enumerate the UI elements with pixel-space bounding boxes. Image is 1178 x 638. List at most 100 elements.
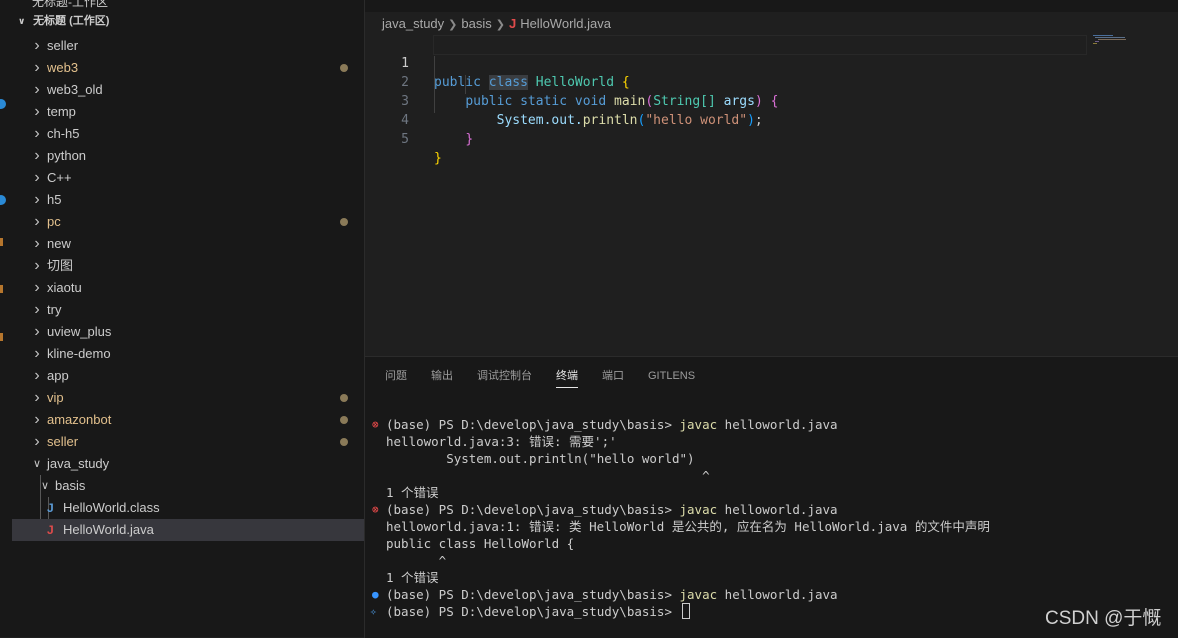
tree-item-label: temp: [47, 104, 76, 119]
breadcrumb: java_study ❯ basis ❯ J HelloWorld.java: [382, 14, 611, 34]
code-line[interactable]: 5 }: [365, 111, 442, 166]
terminal-command: javac: [679, 587, 718, 602]
minimap-line: [1093, 35, 1113, 36]
tree-item-label: amazonbot: [47, 412, 112, 427]
code-line[interactable]: 4 }: [365, 92, 473, 147]
command-success-icon[interactable]: ●: [372, 586, 379, 603]
tree-file-helloworld-java[interactable]: J HelloWorld.java: [12, 519, 364, 541]
terminal-text: (base) PS D:\develop\java_study\basis> j…: [386, 416, 838, 433]
tree-item-label: basis: [55, 478, 86, 493]
tree-folder[interactable]: › ch-h5: [12, 123, 364, 145]
chevron-right-icon: ›: [34, 213, 40, 230]
terminal-text: (base) PS D:\develop\java_study\basis> j…: [386, 501, 838, 518]
tree-item-label: 切图: [47, 258, 74, 273]
terminal-text: (base) PS D:\develop\java_study\basis> j…: [386, 586, 838, 603]
terminal-text: 1 个错误: [386, 485, 439, 500]
tree-item-label: java_study: [47, 456, 110, 471]
modified-dot-icon: [340, 438, 348, 446]
minimap[interactable]: [1091, 34, 1139, 46]
terminal-text: 1 个错误: [386, 570, 439, 585]
code-text: public static void main(String[] args) {: [465, 94, 779, 109]
tree-item-label: h5: [47, 192, 62, 207]
tree-folder[interactable]: › uview_plus: [12, 321, 364, 343]
tree-folder[interactable]: › web3_old: [12, 79, 364, 101]
tree-folder[interactable]: › seller: [12, 431, 364, 453]
breadcrumb-item[interactable]: basis: [461, 16, 491, 31]
tree-folder[interactable]: › pc: [12, 211, 364, 233]
minimap-line: [1093, 43, 1097, 44]
tab-terminal[interactable]: 终端: [556, 365, 578, 388]
breadcrumb-item[interactable]: HelloWorld.java: [520, 16, 611, 31]
code-line[interactable]: 1 public class HelloWorld {: [365, 35, 630, 90]
sparkle-icon[interactable]: ✧: [370, 603, 377, 620]
explorer-sidebar: 无标题-工作区 ∨ 无标题 (工作区) › seller › web3 › web3_ol…: [12, 0, 364, 637]
terminal-prompt: (base) PS D:\develop\java_study\basis>: [386, 604, 680, 619]
tree-item-label: pc: [47, 214, 61, 229]
tree-folder[interactable]: › seller: [12, 35, 364, 57]
tree-item-label: try: [47, 302, 62, 317]
chevron-right-icon: ›: [34, 345, 40, 362]
tree-folder[interactable]: › vip: [12, 387, 364, 409]
code-line[interactable]: 2 public static void main(String[] args)…: [365, 54, 778, 109]
tree-folder-java-study[interactable]: ∨ java_study: [12, 453, 364, 475]
terminal-text: ^: [386, 468, 710, 483]
tree-item-label: web3: [47, 60, 79, 75]
terminal-prompt: (base) PS D:\develop\java_study\basis>: [386, 417, 680, 432]
tab-ports[interactable]: 端口: [602, 365, 624, 387]
error-circle-icon[interactable]: ⊗: [372, 501, 379, 518]
workspace-header[interactable]: ∨ 无标题 (工作区): [18, 10, 109, 32]
terminal-text: System.out.println("hello world"): [386, 451, 695, 466]
code-text: System.out.println("hello world");: [496, 113, 763, 128]
chevron-right-icon: ›: [34, 103, 40, 120]
minimap-line: [1098, 39, 1126, 40]
modified-dot-icon: [340, 416, 348, 424]
terminal-text: ^: [386, 553, 447, 568]
tree-folder[interactable]: › h5: [12, 189, 364, 211]
code-line[interactable]: 3 System.out.println("hello world");: [365, 73, 763, 128]
tree-folder[interactable]: › temp: [12, 101, 364, 123]
tree-item-label: HelloWorld.java: [63, 522, 154, 537]
workspace-title: 无标题 (工作区): [33, 15, 110, 27]
java-file-icon: J: [47, 523, 54, 537]
chevron-right-icon: ›: [34, 37, 40, 54]
error-circle-icon[interactable]: ⊗: [372, 416, 379, 433]
tab-problems[interactable]: 问题: [385, 365, 407, 387]
tab-gitlens[interactable]: GITLENS: [648, 365, 695, 387]
chevron-right-icon: ›: [34, 59, 40, 76]
minimap-line: [1095, 37, 1125, 38]
sidebar-top-title: 无标题-工作区: [32, 0, 108, 9]
tree-folder[interactable]: › C++: [12, 167, 364, 189]
watermark: CSDN @于慨: [1045, 608, 1162, 629]
editor-tab-strip: [365, 0, 1178, 12]
terminal-text: helloworld.java:1: 错误: 类 HelloWorld 是公共的…: [386, 519, 990, 534]
tree-folder[interactable]: › new: [12, 233, 364, 255]
chevron-right-icon: ›: [34, 235, 40, 252]
tree-folder[interactable]: › 切图: [12, 255, 364, 277]
terminal-prompt: (base) PS D:\develop\java_study\basis>: [386, 502, 680, 517]
activity-marker: [0, 238, 3, 246]
tab-debug-console[interactable]: 调试控制台: [477, 365, 532, 387]
terminal-text: (base) PS D:\develop\java_study\basis>: [386, 603, 690, 620]
tree-folder[interactable]: › xiaotu: [12, 277, 364, 299]
line-number: 5: [401, 132, 409, 147]
chevron-right-icon: ›: [34, 191, 40, 208]
tree-item-label: ch-h5: [47, 126, 80, 141]
chevron-right-icon: ›: [34, 389, 40, 406]
tree-folder-basis[interactable]: ∨ basis: [12, 475, 364, 497]
tree-item-label: python: [47, 148, 87, 163]
tree-folder[interactable]: › python: [12, 145, 364, 167]
activity-bar: [0, 0, 12, 637]
current-line-highlight: [433, 35, 1087, 55]
tree-folder[interactable]: › app: [12, 365, 364, 387]
terminal-args: helloworld.java: [717, 417, 838, 432]
tree-file-helloworld-class[interactable]: J HelloWorld.class: [12, 497, 364, 519]
tree-item-label: xiaotu: [47, 280, 82, 295]
breadcrumb-item[interactable]: java_study: [382, 16, 444, 31]
chevron-down-icon: ∨: [40, 480, 50, 492]
tab-output[interactable]: 输出: [431, 365, 453, 387]
terminal-command: javac: [679, 417, 718, 432]
tree-folder[interactable]: › try: [12, 299, 364, 321]
tree-folder[interactable]: › amazonbot: [12, 409, 364, 431]
tree-folder[interactable]: › kline-demo: [12, 343, 364, 365]
tree-folder[interactable]: › web3: [12, 57, 364, 79]
